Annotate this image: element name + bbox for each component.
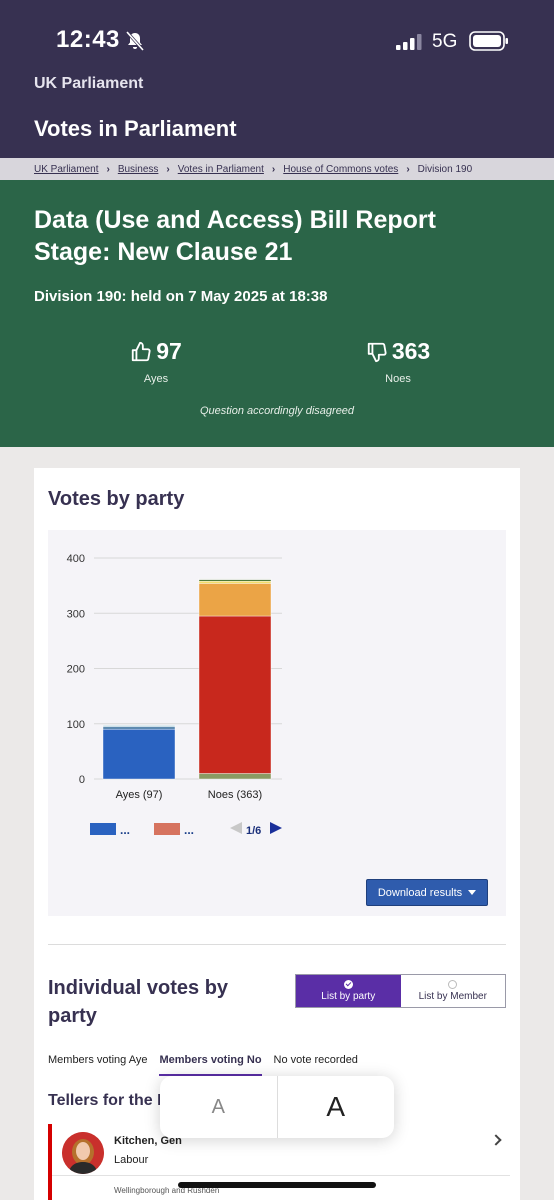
- x-tick-label: Ayes (97): [116, 789, 163, 801]
- tab-no-vote[interactable]: No vote recorded: [274, 1054, 358, 1076]
- home-indicator[interactable]: [178, 1182, 376, 1188]
- y-tick-label: 100: [67, 719, 85, 731]
- silent-bell-icon: [125, 31, 145, 51]
- tab-members-aye[interactable]: Members voting Aye: [48, 1054, 147, 1076]
- decrease-text-size-button[interactable]: A: [160, 1076, 278, 1138]
- votes-by-party-chart: 0 100 200 300 400 Ayes (97) Noes (363)...... 1/…: [48, 530, 506, 916]
- bar-segment: [102, 726, 176, 730]
- site-header: UK Parliament Votes in Parliament: [0, 75, 554, 158]
- bar-segment: [198, 581, 272, 584]
- list-by-party-toggle[interactable]: List by party: [296, 975, 401, 1007]
- ayes-summary: 97 Ayes: [96, 338, 216, 385]
- legend-swatch: [90, 823, 116, 835]
- division-subtitle: Division 190: held on 7 May 2025 at 18:3…: [34, 288, 328, 305]
- member-party: Labour: [114, 1154, 149, 1166]
- ayes-label: Ayes: [143, 372, 169, 385]
- x-tick-label: Noes (363): [208, 789, 262, 801]
- signal-icon: [396, 34, 422, 50]
- division-outcome: Question accordingly disagreed: [199, 405, 355, 417]
- chevron-right-icon: ›: [406, 163, 410, 175]
- chevron-right-icon: ›: [106, 163, 110, 175]
- legend-label: ...: [120, 823, 130, 837]
- thumbs-down-icon: [367, 342, 387, 362]
- breadcrumb-votes[interactable]: Votes in Parliament: [178, 164, 264, 175]
- bar-segment: [102, 725, 176, 727]
- legend-next-icon: [270, 822, 282, 834]
- y-tick-label: 300: [67, 608, 85, 620]
- download-results-button[interactable]: Download results: [366, 879, 488, 906]
- increase-text-size-button[interactable]: A: [278, 1076, 395, 1138]
- caret-down-icon: [468, 890, 477, 895]
- download-label: Download results: [377, 886, 463, 899]
- noes-summary: 363 Noes: [338, 338, 458, 385]
- breadcrumb: UK Parliament › Business › Votes in Parl…: [0, 158, 554, 180]
- bar-segment: [198, 579, 272, 582]
- chevron-right-icon: ›: [166, 163, 170, 175]
- breadcrumb-commons-votes[interactable]: House of Commons votes: [283, 164, 398, 175]
- text-size-popup: A A: [160, 1076, 394, 1138]
- legend-page-indicator: 1/6: [246, 825, 261, 837]
- division-summary: Data (Use and Access) Bill Report Stage:…: [0, 180, 554, 447]
- votes-by-party-heading: Votes by party: [48, 488, 185, 510]
- legend-swatch: [154, 823, 180, 835]
- chevron-right-icon: ›: [271, 163, 276, 175]
- y-tick-label: 200: [67, 664, 85, 676]
- y-tick-label: 0: [79, 774, 85, 786]
- legend-label: ...: [184, 823, 194, 837]
- divider: [48, 944, 506, 945]
- chevron-right-icon: [490, 1134, 502, 1146]
- bar-segment: [198, 578, 272, 580]
- ayes-count: 97: [156, 338, 182, 364]
- vote-tabs: Members voting Aye Members voting No No …: [48, 1054, 506, 1076]
- bar-chart: 0 100 200 300 400 Ayes (97) Noes (363)...... 1/…: [67, 553, 282, 837]
- status-time: 12:43: [56, 26, 120, 53]
- list-by-member-toggle[interactable]: List by Member: [400, 975, 505, 1007]
- bar-segment: [198, 615, 272, 774]
- status-bar: 12:43 5G: [0, 0, 554, 84]
- thumbs-up-icon: [132, 341, 151, 361]
- breadcrumb-current: Division 190: [417, 163, 473, 175]
- noes-count: 363: [391, 338, 431, 364]
- bar-segment: [102, 729, 176, 780]
- site-title[interactable]: Votes in Parliament: [34, 116, 237, 142]
- breadcrumb-business[interactable]: Business: [118, 164, 159, 175]
- y-tick-label: 400: [67, 553, 85, 565]
- breadcrumb-uk-parliament[interactable]: UK Parliament: [34, 164, 98, 175]
- page-title: Data (Use and Access) Bill Report Stage:…: [34, 206, 436, 266]
- noes-label: Noes: [385, 372, 411, 385]
- toggle-label: List by Member: [418, 991, 487, 1002]
- bar-segment: [198, 583, 272, 617]
- individual-votes-heading: Individual votes by party: [48, 977, 229, 1027]
- parliament-logo[interactable]: UK Parliament: [34, 75, 143, 93]
- check-icon: [343, 980, 353, 989]
- bar-segment: [198, 773, 272, 780]
- tab-members-no[interactable]: Members voting No: [159, 1054, 262, 1076]
- radio-icon: [448, 980, 458, 989]
- battery-icon: [469, 31, 508, 51]
- network-type: 5G: [432, 31, 458, 52]
- toggle-label: List by party: [321, 991, 376, 1002]
- legend-prev-icon: [230, 822, 242, 834]
- avatar: [62, 1132, 104, 1174]
- list-toggle: List by party List by Member: [295, 974, 506, 1008]
